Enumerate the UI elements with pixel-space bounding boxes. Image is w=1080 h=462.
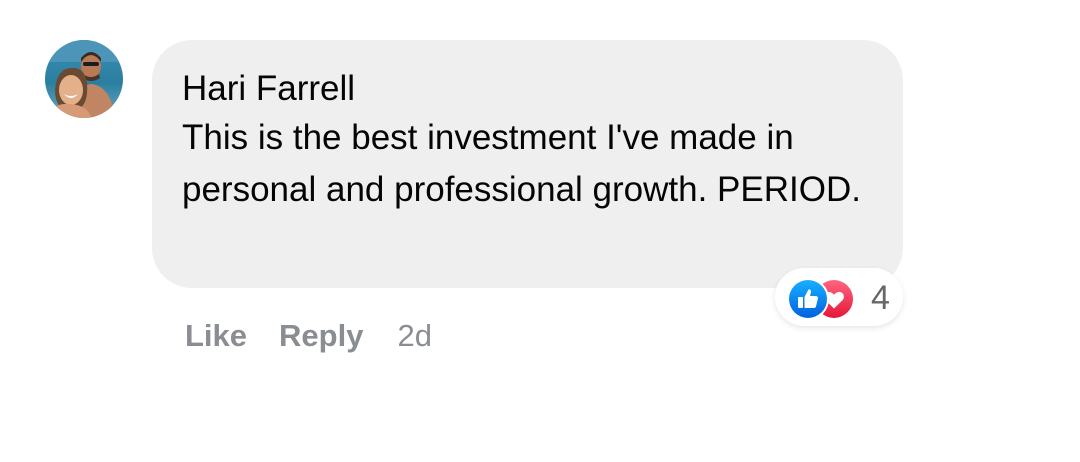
reaction-count: 4 <box>871 279 890 317</box>
comment-text: This is the best investment I've made in… <box>182 118 861 209</box>
like-button[interactable]: Like <box>185 318 247 354</box>
reactions-summary[interactable]: 4 <box>775 268 903 326</box>
comment-actions: Like Reply 2d <box>185 316 432 356</box>
like-reaction-icon <box>787 278 829 320</box>
comment-author[interactable]: Hari Farrell <box>182 66 873 112</box>
avatar[interactable] <box>45 40 123 118</box>
comment-timestamp[interactable]: 2d <box>397 318 431 354</box>
comment-bubble: Hari Farrell This is the best investment… <box>152 40 903 288</box>
reply-button[interactable]: Reply <box>279 318 363 354</box>
